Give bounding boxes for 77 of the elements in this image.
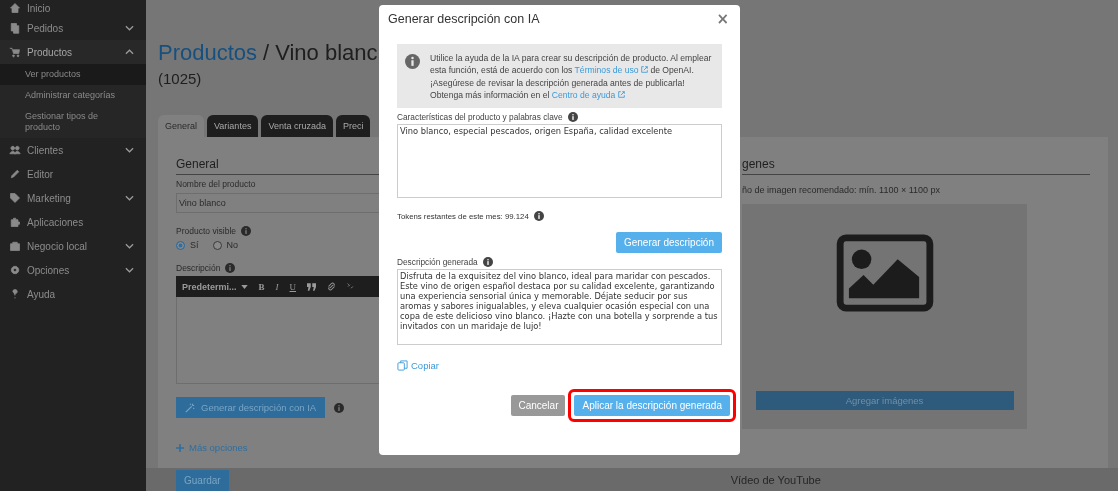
image-size-hint: ño de imagen recomendado: mín. 1100 × 1100 px	[742, 185, 942, 195]
submenu-item[interactable]: Gestionar tipos de producto	[0, 106, 146, 138]
link-icon[interactable]	[327, 282, 337, 291]
menu-item-icon	[9, 288, 21, 300]
format-button[interactable]: U	[289, 281, 297, 292]
sidebar-item[interactable]: Pedidos	[0, 16, 146, 40]
dialog-title: Generar descripción con IA	[388, 12, 540, 26]
sidebar-item[interactable]: Productos	[0, 40, 146, 64]
sidebar-item[interactable]: Ayuda	[0, 282, 146, 306]
submenu-item[interactable]: Administrar categorías	[0, 85, 146, 106]
caret-icon	[240, 284, 248, 289]
help-link[interactable]: Términos de uso	[574, 65, 648, 76]
tab[interactable]: General	[158, 115, 205, 137]
sidebar-item[interactable]: Negocio local	[0, 234, 146, 258]
keywords-textarea[interactable]: Vino blanco, especial pescados, origen España, calidad excelente	[397, 124, 722, 199]
copy-icon	[397, 360, 408, 372]
menu-item-icon	[9, 2, 21, 14]
sidebar-item[interactable]: Editor	[0, 162, 146, 186]
external-link-icon	[641, 66, 648, 74]
unlink-icon[interactable]	[347, 282, 355, 291]
info-icon	[334, 402, 345, 413]
info-icon	[567, 112, 578, 123]
menu-item-icon	[9, 46, 21, 58]
image-icon	[835, 234, 934, 312]
menu-item-icon	[9, 168, 21, 180]
info-icon	[241, 226, 251, 236]
external-link-icon	[617, 90, 625, 98]
magic-wand-icon	[185, 402, 195, 413]
format-dropdown[interactable]: Predetermi...	[182, 281, 248, 292]
menu-item-icon	[9, 264, 21, 276]
close-button[interactable]: ×	[714, 10, 731, 28]
section-heading: Vídeo de YouTube	[730, 473, 821, 486]
sidebar-item[interactable]: Opciones	[0, 258, 146, 282]
generated-description-textarea[interactable]: Disfruta de la exquisitez del vino blanco, ideal para maridar con pescados. Este vino de origen español destaca por su calidad excelente, garantizando una experiencia sensorial única y memorable. Déjate seducir por sus aromas y sabores inigualables, y eleva cualquier ocasión especial con una copa de este delicioso vino blanco. ¡Hazte con una botella y sorprende a tus invitados con un maridaje de lujo!	[397, 269, 722, 346]
info-text: Utilice la ayuda de la IA para crear su descripción de producto. Al emplear esta función, está de acuerdo con los Términos de uso de OpenAI.	[430, 52, 713, 77]
cancel-button[interactable]: Cancelar	[511, 395, 566, 417]
tab[interactable]: Preci	[335, 115, 371, 137]
format-button[interactable]: I	[275, 281, 279, 292]
copy-link[interactable]: Copiar	[397, 360, 722, 372]
field-label: Producto visible	[176, 226, 236, 236]
product-id: (1025)	[158, 70, 202, 87]
field-label: Características del producto y palabras clave	[397, 112, 563, 123]
sidebar-item[interactable]: Inicio	[0, 0, 146, 16]
quote-icon[interactable]	[307, 282, 317, 291]
menu-item-icon	[9, 240, 21, 252]
format-button[interactable]: B	[258, 281, 265, 292]
page-title: Vino blanc	[275, 40, 378, 66]
submenu-item[interactable]: Ver productos	[0, 64, 146, 85]
field-label: Descripción	[176, 263, 221, 273]
radio-option[interactable]: Sí	[176, 240, 199, 250]
menu-item-icon	[9, 192, 21, 204]
chevron-icon	[125, 267, 134, 273]
sidebar-item[interactable]: Marketing	[0, 186, 146, 210]
field-label: Nombre del producto	[176, 179, 257, 189]
info-icon	[482, 257, 493, 268]
sidebar-item[interactable]: Aplicaciones	[0, 210, 146, 234]
info-text: ¡Asegúrese de revisar la descripción generada antes de publicarla! Obtenga más información en el Centro de ayuda	[430, 76, 686, 102]
breadcrumb-separator: /	[263, 40, 270, 66]
tab[interactable]: Variantes	[207, 115, 259, 137]
plus-icon	[176, 443, 184, 452]
info-icon	[533, 211, 544, 222]
sidebar-item[interactable]: Clientes	[0, 138, 146, 162]
help-link[interactable]: Centro de ayuda	[551, 89, 625, 100]
radio-option[interactable]: No	[212, 240, 239, 250]
field-label: Descripción generada	[397, 257, 478, 268]
menu-item-icon	[9, 22, 21, 34]
chevron-icon	[125, 243, 134, 249]
chevron-icon	[125, 25, 134, 31]
section-heading: genes	[742, 157, 1090, 175]
chevron-icon	[125, 49, 134, 55]
chevron-icon	[125, 147, 134, 153]
tab[interactable]: Venta cruzada	[261, 115, 333, 137]
chevron-icon	[125, 195, 134, 201]
info-icon	[405, 54, 420, 69]
menu-item-icon	[9, 216, 21, 228]
info-icon	[225, 263, 236, 273]
menu-item-icon	[9, 144, 21, 156]
